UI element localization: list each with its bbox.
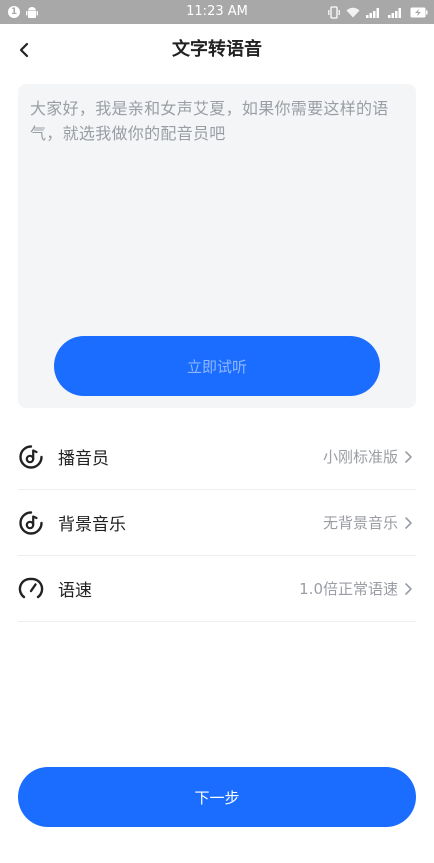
text-panel: 大家好，我是亲和女声艾夏，如果你需要这样的语气，就选我做你的配音员吧 立即试听: [18, 84, 416, 408]
listen-now-button[interactable]: 立即试听: [54, 336, 380, 396]
setting-label: 背景音乐: [58, 515, 126, 535]
chevron-right-icon: [405, 451, 412, 463]
battery-icon: [410, 7, 428, 17]
setting-label: 播音员: [58, 449, 109, 469]
chevron-right-icon: [405, 583, 412, 595]
chevron-right-icon: [405, 517, 412, 529]
signal-icon-2: [388, 7, 401, 18]
disc-note-icon: [18, 510, 44, 536]
status-bar: 1 11:23 AM: [0, 0, 434, 24]
header: 文字转语音: [0, 24, 434, 76]
page-title: 文字转语音: [172, 39, 262, 60]
setting-value: 小刚标准版: [322, 448, 398, 466]
script-text-area[interactable]: 大家好，我是亲和女声艾夏，如果你需要这样的语气，就选我做你的配音员吧: [30, 96, 404, 326]
disc-note-icon: [18, 444, 44, 470]
setting-value: 无背景音乐: [322, 514, 398, 532]
setting-value: 1.0倍正常语速: [299, 580, 398, 598]
speedometer-icon: [18, 576, 44, 602]
settings-list: 播音员 小刚标准版 背景音乐 无背景音乐 语速 1.0倍正常语速: [18, 424, 416, 622]
signal-icon: [366, 7, 379, 18]
setting-label: 语速: [58, 581, 92, 601]
next-step-button[interactable]: 下一步: [18, 767, 416, 827]
wifi-icon: [346, 7, 360, 17]
setting-row-announcer[interactable]: 播音员 小刚标准版: [18, 424, 416, 490]
vibrate-icon: [328, 5, 340, 19]
setting-row-speed[interactable]: 语速 1.0倍正常语速: [18, 556, 416, 622]
status-right-icons: [328, 0, 428, 24]
setting-row-background-music[interactable]: 背景音乐 无背景音乐: [18, 490, 416, 556]
